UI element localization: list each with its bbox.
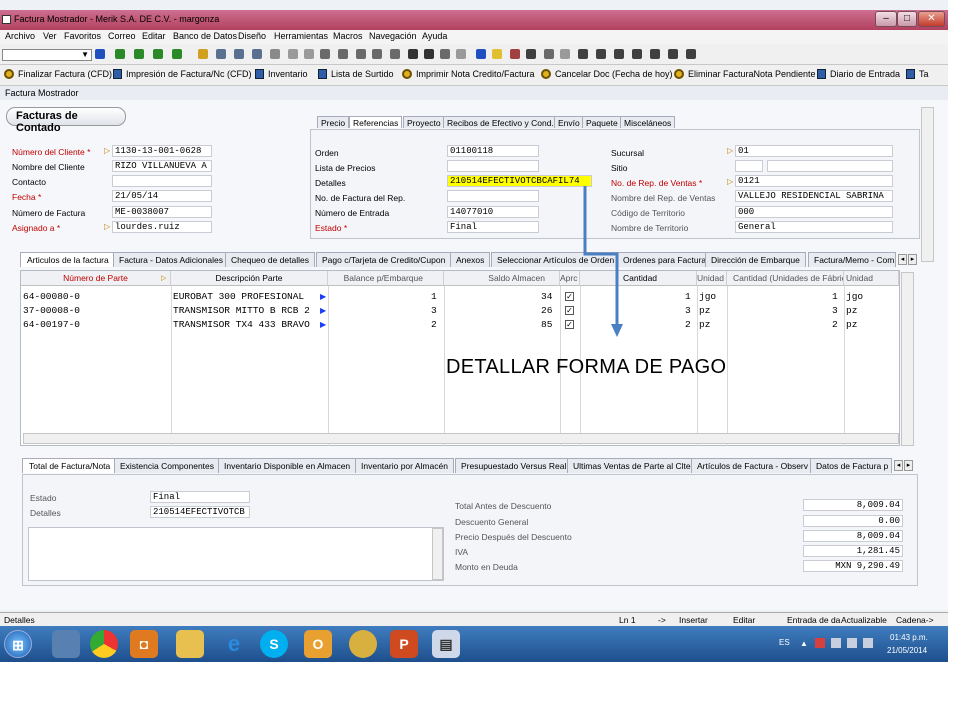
tray-network-icon[interactable] (831, 638, 841, 648)
status-bar: Detalles Ln 1 -> Insertar Editar Entrada… (0, 612, 948, 626)
skype-icon[interactable]: S (260, 630, 288, 658)
tray-flag-icon[interactable] (815, 638, 825, 648)
tray-expand-icon[interactable]: ▲ (800, 639, 808, 648)
chrome-icon[interactable] (90, 630, 118, 658)
start-button-icon[interactable]: ⊞ (4, 630, 32, 658)
status-field-name: Detalles (4, 615, 35, 625)
language-indicator[interactable]: ES (779, 638, 790, 647)
status-line: Ln 1 (619, 615, 636, 625)
tray-volume-icon[interactable] (847, 638, 857, 648)
powerpoint-icon[interactable]: P (390, 630, 418, 658)
clock-time[interactable]: 01:43 p.m. (890, 633, 928, 642)
media-player-icon[interactable]: ◘ (130, 630, 158, 658)
app-window: Factura Mostrador - Merik S.A. DE C.V. -… (0, 0, 948, 662)
internet-explorer-icon[interactable]: e (220, 630, 248, 658)
taskbar: ⊞ ◘ e S O P ▤ ES ▲ 01:43 p.m. 21/05/2014 (0, 626, 948, 662)
status-edit: Editar (733, 615, 756, 625)
clock-date[interactable]: 21/05/2014 (887, 646, 927, 655)
network-app-icon[interactable] (52, 630, 80, 658)
annotation-arrow (583, 186, 623, 337)
file-explorer-icon[interactable] (176, 630, 204, 658)
status-arrow: -> (658, 615, 666, 625)
status-entry: Entrada de da (787, 615, 841, 625)
status-update: Actualizable (841, 615, 887, 625)
clock-app-icon[interactable] (349, 630, 377, 658)
annotation-label: DETALLAR FORMA DE PAGO (446, 356, 727, 378)
status-insert-mode: Insertar (679, 615, 708, 625)
status-chain: Cadena-> (896, 615, 934, 625)
outlook-icon[interactable]: O (304, 630, 332, 658)
tray-power-icon[interactable] (863, 638, 873, 648)
active-window-icon[interactable]: ▤ (432, 630, 460, 658)
